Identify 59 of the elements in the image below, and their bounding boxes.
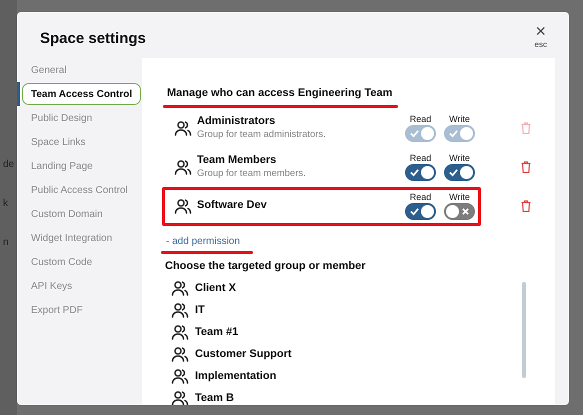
check-icon <box>410 129 419 138</box>
permission-label: Read <box>410 152 432 164</box>
section-heading: Choose the targeted group or member <box>165 258 366 274</box>
check-icon <box>410 207 419 216</box>
toggle-switch[interactable] <box>444 164 475 182</box>
sidebar-item[interactable]: Space Links <box>22 131 94 153</box>
permission-label: Write <box>449 152 470 164</box>
dialog-title: Space settings <box>40 29 146 49</box>
group-name: Team Members <box>197 154 278 168</box>
sidebar-item[interactable]: Widget Integration <box>22 227 122 249</box>
trash-icon[interactable] <box>521 161 531 173</box>
sidebar-item[interactable]: Team Access Control <box>22 83 142 105</box>
group-description: Group for team administrators. <box>197 128 327 141</box>
sidebar-item[interactable]: General <box>22 59 76 81</box>
group-icon <box>174 159 192 175</box>
sidebar-item[interactable]: Custom Code <box>22 251 102 273</box>
toggle-switch[interactable] <box>405 164 436 182</box>
group-option[interactable]: Client X <box>171 280 522 296</box>
permission-label: Write <box>449 114 470 126</box>
close-button[interactable]: × esc <box>534 22 547 49</box>
sidebar-item[interactable]: Custom Domain <box>22 203 112 225</box>
sidebar-item[interactable]: Public Design <box>22 107 102 129</box>
group-icon <box>171 302 189 318</box>
sidebar-item[interactable]: Public Access Control <box>22 179 137 201</box>
group-icon <box>171 346 189 362</box>
sidebar-item[interactable]: Landing Page <box>22 155 102 177</box>
toggle-switch[interactable] <box>405 203 436 220</box>
group-icon <box>174 198 192 214</box>
group-icon <box>171 390 189 405</box>
sidebar-item[interactable]: API Keys <box>22 275 82 297</box>
group-option[interactable]: Team B <box>171 390 522 405</box>
section-heading: Manage who can access Engineering Team <box>166 86 394 101</box>
background-text: n <box>3 236 10 250</box>
group-option[interactable]: Implementation <box>171 368 522 384</box>
sidebar-item[interactable]: Export PDF <box>22 299 92 321</box>
group-option[interactable]: IT <box>171 302 522 318</box>
group-description: Group for team members. <box>197 168 307 180</box>
background-text: k <box>3 197 9 211</box>
permission-label: Read <box>410 114 432 126</box>
check-icon <box>449 129 458 138</box>
group-icon <box>171 280 189 296</box>
scrollbar[interactable] <box>522 282 526 378</box>
group-option[interactable]: Customer Support <box>171 346 522 362</box>
x-icon <box>462 208 469 216</box>
group-icon <box>174 120 192 136</box>
group-name: Administrators <box>197 115 276 129</box>
permission-label: Read <box>410 192 432 204</box>
add-permission-link[interactable]: - add permission <box>165 234 253 248</box>
group-icon <box>171 368 189 384</box>
check-icon <box>449 168 458 178</box>
group-option[interactable]: Team #1 <box>171 324 522 340</box>
toggle-switch[interactable] <box>444 203 475 220</box>
group-icon <box>171 324 189 340</box>
active-indicator <box>17 82 20 106</box>
trash-icon[interactable] <box>521 200 531 212</box>
group-name: Software Dev <box>197 199 268 213</box>
check-icon <box>410 168 419 178</box>
background-text: de <box>3 158 16 172</box>
permission-label: Write <box>449 192 470 204</box>
